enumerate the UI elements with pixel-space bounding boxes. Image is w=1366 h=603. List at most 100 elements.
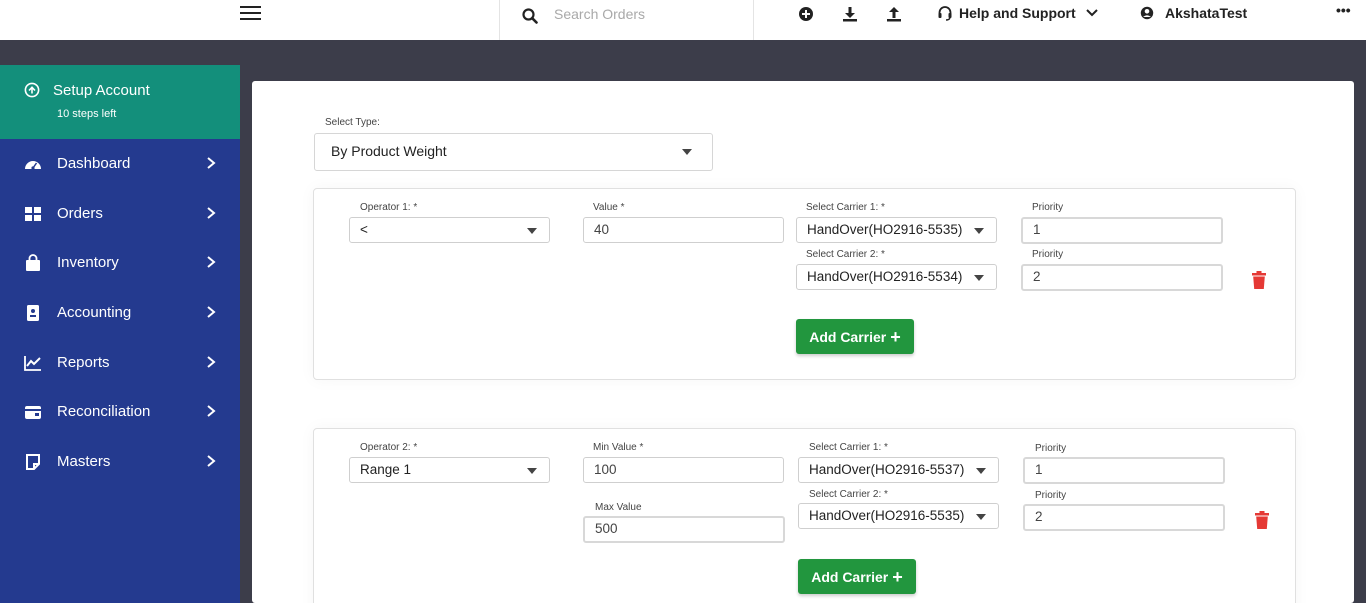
operator-2-label: Operator 2: * [360, 442, 418, 453]
priority-1-input[interactable]: 1 [1021, 217, 1223, 244]
operator-2-value: Range 1 [360, 462, 412, 477]
carrier-1-label: Select Carrier 1: * [809, 442, 888, 453]
chevron-right-icon [207, 306, 216, 318]
line-chart-icon [24, 355, 41, 371]
operator-1-value: < [360, 222, 368, 237]
carrier-1-select[interactable]: HandOver(HO2916-5537) [798, 457, 999, 483]
carrier-2-select[interactable]: HandOver(HO2916-5535) [798, 503, 999, 529]
plus-icon: + [892, 566, 903, 587]
caret-down-icon [976, 514, 986, 520]
priority-2-value: 2 [1035, 509, 1043, 524]
sidebar-item-label: Masters [57, 453, 111, 471]
priority-1-input[interactable]: 1 [1023, 457, 1225, 484]
shopping-bag-icon [26, 254, 40, 272]
plus-icon: + [890, 326, 901, 347]
value-input[interactable]: 40 [583, 217, 784, 243]
search-box [499, 0, 754, 40]
caret-down-icon [527, 468, 537, 474]
wallet-icon [25, 406, 41, 420]
carrier-2-label: Select Carrier 2: * [806, 249, 885, 260]
chevron-right-icon [207, 455, 216, 467]
setup-title: Setup Account [53, 82, 150, 99]
carrier-1-label: Select Carrier 1: * [806, 202, 885, 213]
select-type-label: Select Type: [325, 117, 380, 128]
search-input[interactable] [554, 6, 734, 22]
user-menu[interactable]: AkshataTest [1140, 5, 1247, 21]
priority-1-value: 1 [1035, 462, 1043, 477]
sidebar-item-accounting[interactable]: Accounting [0, 288, 240, 338]
chevron-right-icon [207, 256, 216, 269]
grid-icon [25, 206, 41, 221]
chevron-right-icon [207, 206, 216, 219]
user-name: AkshataTest [1165, 5, 1248, 21]
add-carrier-label: Add Carrier [809, 328, 887, 345]
hamburger-menu-icon[interactable] [240, 6, 261, 22]
select-type-value: By Product Weight [331, 143, 447, 159]
value-label: Value * [593, 202, 625, 213]
sidebar-item-label: Accounting [57, 304, 132, 322]
add-carrier-label: Add Carrier [811, 568, 889, 585]
priority-2-label: Priority [1035, 490, 1067, 501]
max-value-input[interactable]: 500 [583, 516, 785, 543]
ledger-icon [27, 305, 39, 322]
sidebar-item-label: Reports [57, 353, 110, 371]
headset-icon [938, 6, 952, 21]
top-bar: Help and Support AkshataTest ••• [0, 0, 1366, 40]
trash-icon[interactable] [1255, 511, 1269, 529]
carrier-2-label: Select Carrier 2: * [809, 489, 888, 500]
max-value-text: 500 [595, 521, 618, 536]
sidebar-item-label: Orders [57, 204, 103, 222]
priority-1-label: Priority [1032, 202, 1064, 213]
value-input-text: 40 [594, 222, 610, 237]
caret-down-icon [974, 275, 984, 281]
note-icon [26, 454, 40, 471]
carrier-2-select[interactable]: HandOver(HO2916-5534) [796, 264, 997, 290]
setup-steps-left: 10 steps left [57, 108, 117, 120]
operator-1-select[interactable]: < [349, 217, 550, 243]
setup-account-panel[interactable]: Setup Account 10 steps left [0, 65, 240, 139]
chevron-right-icon [207, 157, 216, 169]
chevron-right-icon [207, 355, 216, 368]
chevron-right-icon [207, 405, 216, 418]
min-value-text: 100 [594, 462, 617, 477]
max-value-label: Max Value [595, 502, 642, 513]
add-carrier-button[interactable]: Add Carrier + [796, 319, 914, 354]
sidebar-item-reconciliation[interactable]: Reconciliation [0, 387, 240, 437]
upload-icon[interactable] [886, 5, 902, 23]
sidebar: Setup Account 10 steps left Dashboard Or… [0, 65, 240, 603]
select-type-dropdown[interactable]: By Product Weight [314, 133, 713, 171]
chevron-down-icon [1085, 9, 1098, 17]
priority-2-input[interactable]: 2 [1023, 504, 1225, 531]
help-and-support-menu[interactable]: Help and Support [937, 5, 1098, 21]
carrier-2-value: HandOver(HO2916-5535) [809, 508, 965, 523]
carrier-1-select[interactable]: HandOver(HO2916-5535) [796, 217, 997, 243]
priority-2-label: Priority [1032, 249, 1064, 260]
add-circle-icon[interactable] [798, 5, 814, 23]
more-options-icon[interactable]: ••• [1336, 2, 1351, 18]
operator-2-select[interactable]: Range 1 [349, 457, 550, 483]
sidebar-item-orders[interactable]: Orders [0, 189, 240, 239]
sidebar-item-dashboard[interactable]: Dashboard [0, 139, 240, 189]
caret-down-icon [976, 468, 986, 474]
carrier-2-value: HandOver(HO2916-5534) [807, 269, 963, 284]
sidebar-item-label: Reconciliation [57, 403, 151, 421]
download-icon[interactable] [842, 5, 858, 23]
operator-1-label: Operator 1: * [360, 202, 418, 213]
sidebar-item-reports[interactable]: Reports [0, 338, 240, 388]
caret-down-icon [527, 228, 537, 234]
sidebar-item-inventory[interactable]: Inventory [0, 238, 240, 288]
caret-down-icon [974, 228, 984, 234]
arrow-up-circle-icon [24, 82, 40, 98]
priority-1-value: 1 [1033, 222, 1041, 237]
sidebar-item-label: Inventory [57, 254, 119, 272]
caret-down-icon [682, 149, 692, 155]
priority-2-input[interactable]: 2 [1021, 264, 1223, 291]
min-value-input[interactable]: 100 [583, 457, 784, 483]
speedometer-icon [25, 161, 41, 170]
trash-icon[interactable] [1252, 271, 1266, 289]
user-icon [1140, 6, 1154, 20]
add-carrier-button[interactable]: Add Carrier + [798, 559, 916, 594]
priority-1-label: Priority [1035, 443, 1067, 454]
help-label: Help and Support [959, 5, 1076, 21]
sidebar-item-masters[interactable]: Masters [0, 437, 240, 487]
